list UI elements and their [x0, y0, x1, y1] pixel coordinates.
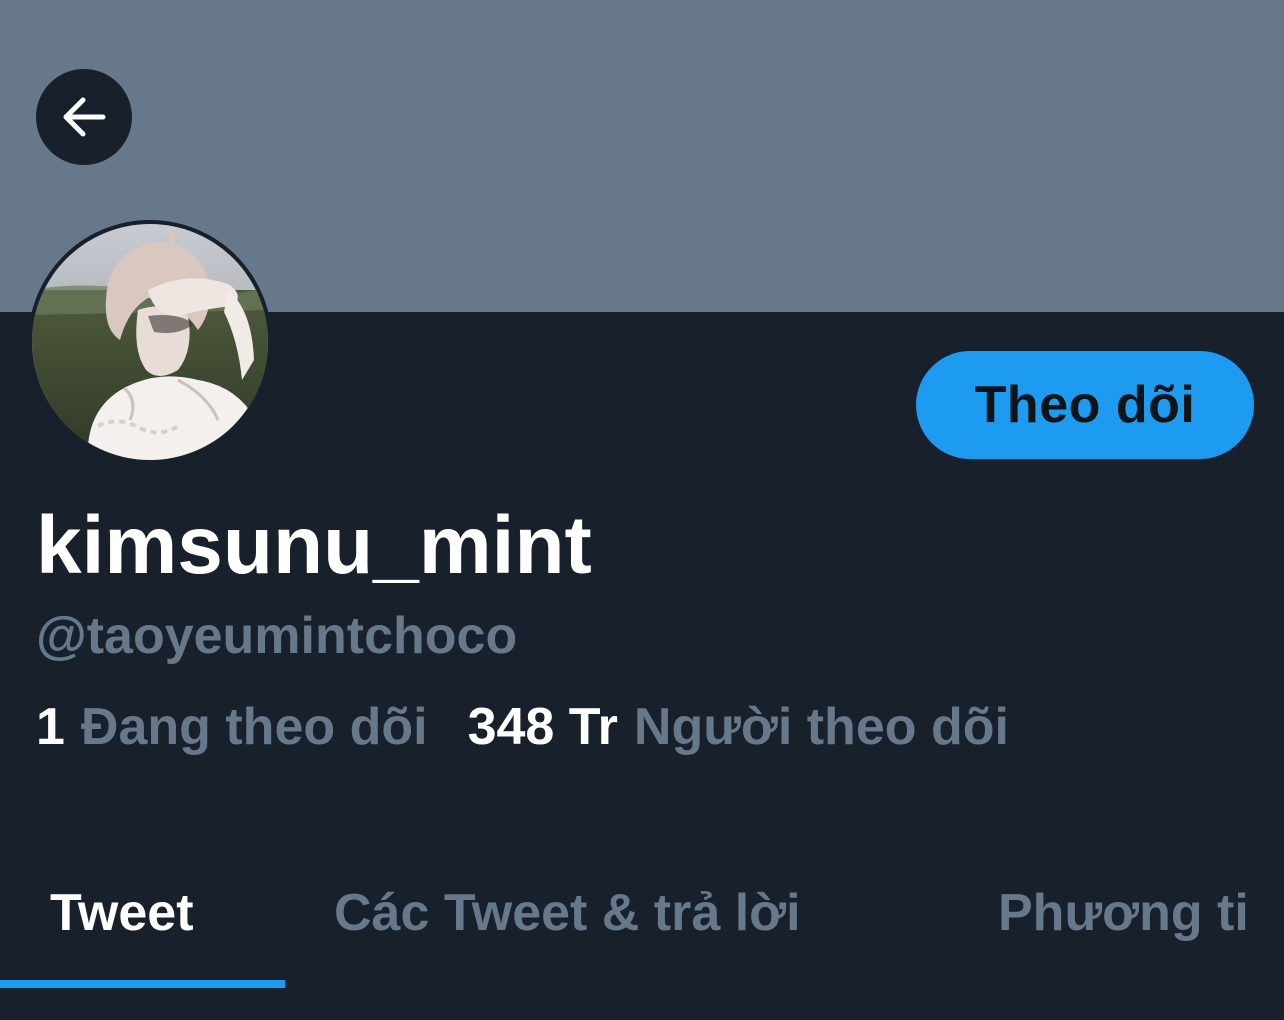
user-handle: @taoyeumintchoco: [36, 607, 518, 665]
avatar-image: [28, 220, 272, 464]
following-count: 1: [36, 698, 65, 756]
avatar[interactable]: [28, 220, 272, 464]
followers-stat[interactable]: 348 Tr Người theo dõi: [468, 694, 1009, 760]
tab-media[interactable]: Phương ti: [998, 880, 1249, 946]
profile-tabs: Tweet Các Tweet & trả lời Phương ti: [0, 860, 1284, 990]
following-label: Đang theo dõi: [80, 698, 428, 756]
following-stat[interactable]: 1 Đang theo dõi: [36, 694, 428, 760]
active-tab-indicator: [0, 980, 285, 988]
profile-stats: 1 Đang theo dõi 348 Tr Người theo dõi: [36, 694, 1009, 760]
followers-count: 348 Tr: [467, 698, 618, 756]
follow-button[interactable]: Theo dõi: [916, 351, 1254, 459]
follow-button-label: Theo dõi: [974, 376, 1196, 434]
display-name: kimsunu_mint: [36, 500, 592, 591]
tab-tweets[interactable]: Tweet: [50, 880, 194, 946]
back-button[interactable]: [36, 69, 132, 165]
followers-label: Người theo dõi: [633, 698, 1009, 756]
tab-tweets-and-replies[interactable]: Các Tweet & trả lời: [334, 880, 801, 946]
arrow-left-icon: [63, 97, 106, 137]
